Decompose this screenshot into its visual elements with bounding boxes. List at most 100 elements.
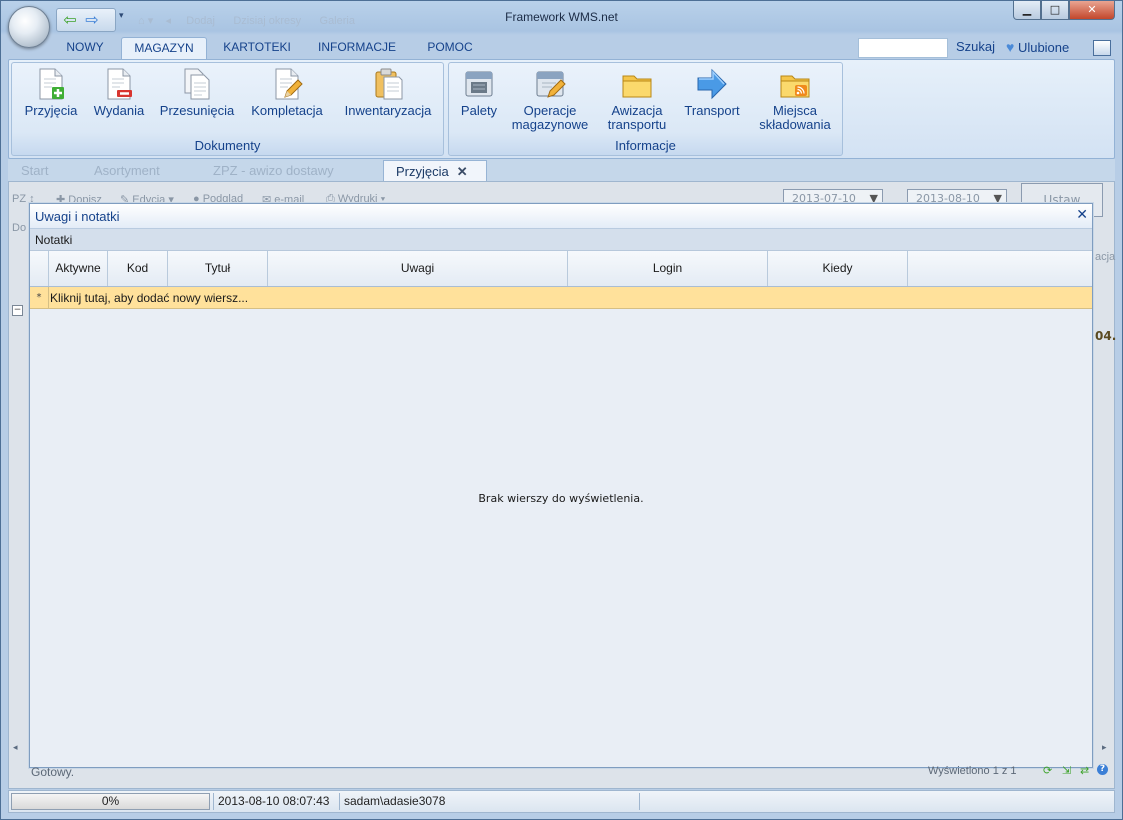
maximize-button[interactable]: □ <box>1041 1 1069 20</box>
inwentaryzacja-button[interactable]: Inwentaryzacja <box>338 67 438 118</box>
tab-informacje[interactable]: INFORMACJE <box>313 37 401 58</box>
rss-folder-icon <box>780 75 810 98</box>
help-icon[interactable]: ? <box>1097 764 1108 775</box>
kompletacja-label: Kompletacja <box>251 103 323 118</box>
operacje-label-line1: Operacje <box>523 103 577 118</box>
folder-icon <box>622 75 652 98</box>
document-add-icon <box>39 68 64 100</box>
forward-arrow-icon[interactable]: ⇨ <box>83 12 101 28</box>
inwentaryzacja-label: Inwentaryzacja <box>344 103 432 118</box>
search-link[interactable]: Szukaj <box>956 39 995 54</box>
documents-copy-icon <box>184 68 210 100</box>
status-ready: Gotowy. <box>31 765 75 779</box>
dialog-title-bar: Uwagi i notatki ✕ <box>30 204 1092 229</box>
kompletacja-button[interactable]: Kompletacja <box>246 67 328 118</box>
row-indicator-header <box>30 251 49 286</box>
column-header-uwagi[interactable]: Uwagi <box>268 251 568 286</box>
operacje-magazynowe-button[interactable]: Operacje magazynowe <box>507 67 593 132</box>
tab-zpz-awizo[interactable]: ZPZ - awizo dostawy <box>201 160 373 181</box>
minimize-button[interactable]: ▁ <box>1013 1 1041 20</box>
column-header-kod[interactable]: Kod <box>108 251 168 286</box>
bg-collapse-icon: − <box>12 305 23 316</box>
back-arrow-icon[interactable]: ⇦ <box>61 12 79 28</box>
empty-grid-message: Brak wierszy do wyświetlenia. <box>478 492 644 505</box>
operations-calendar-icon <box>536 71 566 98</box>
new-row-text: Kliknij tutaj, aby dodać nowy wiersz... <box>50 291 249 305</box>
favorites-label: Ulubione <box>1017 40 1070 55</box>
status-empty-cell <box>639 793 1113 810</box>
column-header-kiedy[interactable]: Kiedy <box>768 251 908 286</box>
tab-magazyn[interactable]: MAGAZYN <box>121 37 207 59</box>
notes-section-header: Notatki <box>30 229 1092 251</box>
column-header-tytul[interactable]: Tytuł <box>168 251 268 286</box>
pallet-calendar-icon <box>465 71 493 97</box>
document-remove-icon <box>107 68 132 100</box>
window-controls: ▁ □ ✕ <box>1013 1 1115 21</box>
close-button[interactable]: ✕ <box>1069 1 1115 20</box>
column-header-login[interactable]: Login <box>568 251 768 286</box>
tab-asortyment[interactable]: Asortyment <box>82 160 194 181</box>
dialog-close-button[interactable]: ✕ <box>1076 207 1088 223</box>
transport-label: Transport <box>684 103 740 118</box>
pz-label: PZ <box>12 193 27 205</box>
tab-kartoteki[interactable]: KARTOTEKI <box>219 37 295 58</box>
arrow-right-icon <box>697 68 727 100</box>
window-layout-icon[interactable] <box>1093 40 1111 56</box>
bg-fragment-acja: acja <box>1095 251 1116 263</box>
tab-pomoc[interactable]: POMOC <box>420 37 480 58</box>
palety-button[interactable]: Palety <box>453 67 505 118</box>
group-label-informacje: Informacje <box>615 138 676 153</box>
ribbon-group-dokumenty: Przyjęcia Wydania Przesunięcia Kompletac… <box>11 62 444 156</box>
palety-label: Palety <box>460 103 498 118</box>
group-label-dokumenty: Dokumenty <box>194 138 261 153</box>
grid-header: Aktywne Kod Tytuł Uwagi Login Kiedy <box>30 251 1092 287</box>
qat-dropdown-icon[interactable]: ▾ <box>119 11 124 21</box>
application-menu-orb[interactable] <box>8 6 50 48</box>
przyjecia-button[interactable]: Przyjęcia <box>18 67 84 118</box>
new-row[interactable]: * Kliknij tutaj, aby dodać nowy wiersz..… <box>30 287 1092 309</box>
qat-faded-items: ⌂ ▾ ◂ Dodaj Dzisiaj okresy Galeria <box>138 15 355 27</box>
transport-button[interactable]: Transport <box>679 67 745 118</box>
column-header-aktywne[interactable]: Aktywne <box>49 251 108 286</box>
przesuniecia-button[interactable]: Przesunięcia <box>156 67 238 118</box>
export-icon[interactable]: ⇲ <box>1062 764 1071 777</box>
bg-scroll-right-icon: ▸ <box>1102 743 1107 753</box>
wydania-button[interactable]: Wydania <box>88 67 150 118</box>
tab-przyjecia[interactable]: Przyjęcia ✕ <box>383 160 487 182</box>
awizacja-transportu-button[interactable]: Awizacja transportu <box>599 67 675 132</box>
document-edit-icon <box>275 68 303 100</box>
progress-text: 0% <box>101 794 120 808</box>
tab-start[interactable]: Start <box>9 160 83 181</box>
status-bar: 0% 2013-08-10 08:07:43 sadam\adasie3078 <box>8 790 1115 813</box>
bg-fragment-value: 04. <box>1095 329 1117 343</box>
new-row-marker: * <box>30 287 49 308</box>
miejsca-label-line1: Miejsca <box>772 103 818 118</box>
bg-fragment-do: Do <box>12 222 27 234</box>
clipboard-icon <box>375 68 403 100</box>
filter-icon[interactable]: ⇄ <box>1080 764 1089 777</box>
heart-icon: ♥ <box>1006 39 1015 55</box>
quick-access-toolbar: ⇦ ⇨ <box>56 8 116 32</box>
przyjecia-label: Przyjęcia <box>24 103 78 118</box>
document-tabs: Start Asortyment ZPZ - awizo dostawy Prz… <box>8 159 1115 182</box>
refresh-icon[interactable]: ⟳ <box>1043 764 1052 777</box>
notes-dialog: Uwagi i notatki ✕ Notatki Aktywne Kod Ty… <box>29 203 1093 768</box>
miejsca-label-line2: składowania <box>759 117 831 132</box>
progress-bar: 0% <box>11 793 210 810</box>
notes-section-label: Notatki <box>35 233 73 247</box>
awizacja-label-line2: transportu <box>607 117 667 132</box>
tab-nowy[interactable]: NOWY <box>56 37 114 58</box>
wydania-label: Wydania <box>93 103 145 118</box>
dialog-title: Uwagi i notatki <box>35 209 120 224</box>
search-input[interactable] <box>858 38 948 58</box>
awizacja-label-line1: Awizacja <box>611 103 663 118</box>
przesuniecia-label: Przesunięcia <box>159 103 235 118</box>
status-record-count: Wyświetlono 1 z 1 <box>928 765 1017 777</box>
miejsca-skladowania-button[interactable]: Miejsca składowania <box>753 67 837 132</box>
favorites-button[interactable]: ♥ Ulubione <box>1006 39 1069 55</box>
bg-scroll-left-icon: ◂ <box>13 743 18 753</box>
ribbon-group-informacje: Palety Operacje magazynowe Awizacja tran… <box>448 62 843 156</box>
tab-close-icon[interactable]: ✕ <box>457 164 468 179</box>
status-datetime: 2013-08-10 08:07:43 <box>213 793 339 810</box>
status-user: sadam\adasie3078 <box>339 793 639 810</box>
